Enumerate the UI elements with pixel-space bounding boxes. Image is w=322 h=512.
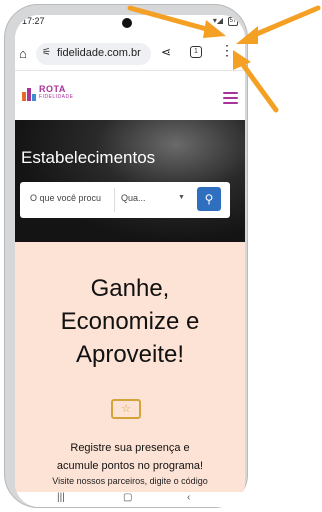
search-divider (114, 188, 115, 212)
hero-title: Estabelecimentos (21, 148, 156, 167)
signal-icons: ▾◢ (212, 16, 223, 25)
search-icon: ⚲ (204, 192, 214, 206)
promo-subtext: Visite nossos parceiros, digite o código (52, 476, 208, 486)
site-header: ROTA FIDELIDADE (15, 72, 245, 120)
arrow-2 (249, 5, 321, 39)
recents-icon[interactable]: ||| (57, 492, 65, 503)
logo-title: ROTA (39, 84, 66, 94)
ticket-icon: ☆ (111, 399, 141, 419)
promo-section: Ganhe, Economize e Aproveite! ☆ Registre… (15, 242, 245, 492)
browser-toolbar: ⌂ ⚟ fidelidade.com.br ⋖ 1 ⋮ (15, 37, 245, 71)
promo-headline: Ganhe, Economize e Aproveite! (60, 275, 200, 368)
hamburger-icon[interactable] (223, 92, 238, 107)
address-bar[interactable]: ⚟ fidelidade.com.br (36, 43, 151, 65)
phone-screen: 17:27 ▾◢ 57 ⌂ ⚟ fidelidade.com.br ⋖ 1 ⋮ (15, 15, 245, 507)
home-nav-icon[interactable]: ▢ (123, 492, 132, 503)
search-input[interactable]: O que você procu (30, 193, 101, 203)
location-select[interactable]: Qua... (121, 193, 146, 203)
phone-frame: 17:27 ▾◢ 57 ⌂ ⚟ fidelidade.com.br ⋖ 1 ⋮ (4, 4, 248, 508)
status-time: 17:27 (22, 16, 45, 26)
hero-banner: Estabelecimentos O que você procu Qua...… (15, 120, 245, 242)
tune-icon[interactable]: ⚟ (42, 47, 51, 58)
caret-down-icon[interactable]: ▼ (178, 194, 185, 201)
tabs-icon[interactable]: 1 (190, 46, 202, 58)
share-icon[interactable]: ⋖ (161, 45, 171, 59)
more-vert-icon[interactable]: ⋮ (220, 43, 234, 57)
url-text[interactable]: fidelidade.com.br (57, 47, 141, 59)
status-bar: 17:27 ▾◢ 57 (15, 15, 245, 37)
logo-subtitle: FIDELIDADE (39, 94, 74, 100)
camera-cutout (122, 18, 132, 28)
search-box: O que você procu Qua... ▼ ⚲ (20, 182, 230, 218)
logo-mark (22, 86, 36, 101)
battery-icon: 57 (228, 17, 238, 26)
home-icon[interactable]: ⌂ (19, 46, 27, 61)
site-logo[interactable]: ROTA FIDELIDADE (22, 85, 73, 101)
android-nav-bar: ||| ▢ ‹ (15, 492, 245, 507)
promo-text: Registre sua presença e acumule pontos n… (56, 442, 204, 472)
search-button[interactable]: ⚲ (197, 187, 221, 211)
back-icon[interactable]: ‹ (187, 492, 190, 503)
